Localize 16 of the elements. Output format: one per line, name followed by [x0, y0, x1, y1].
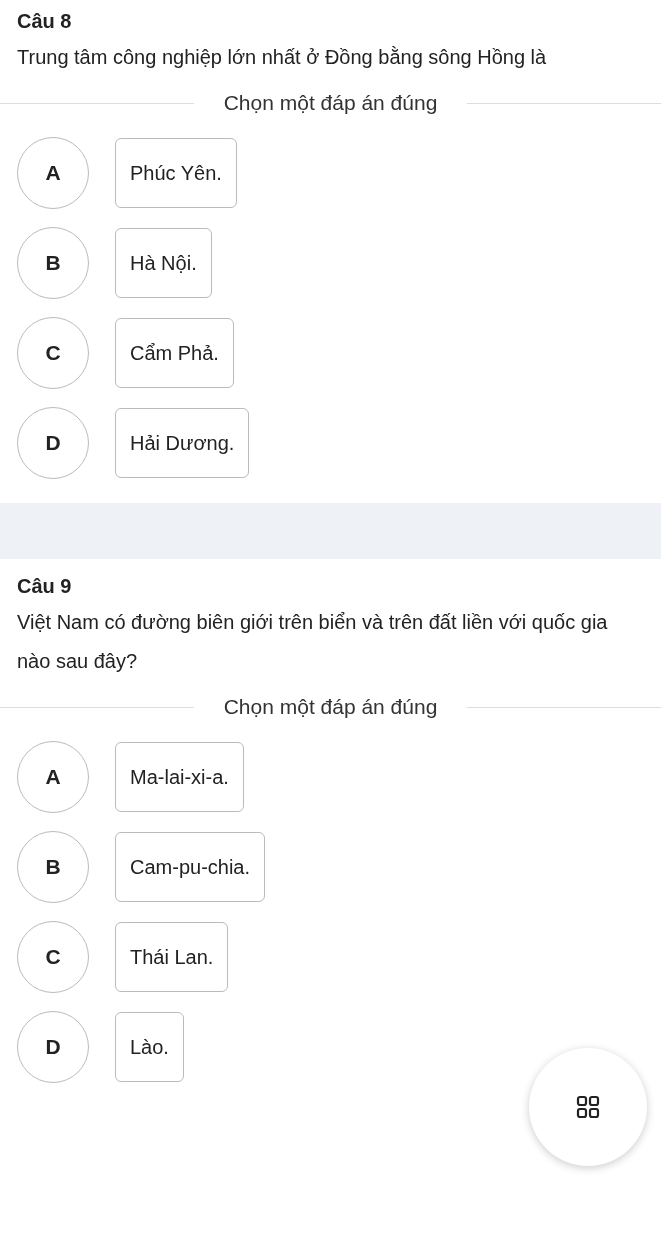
answer-prompt: Chọn một đáp án đúng	[223, 91, 438, 115]
question-text: Trung tâm công nghiệp lớn nhất ở Đồng bằng sông Hồng là	[17, 45, 548, 70]
answer-option[interactable]: Hà Nội.	[115, 228, 212, 298]
answer-option[interactable]: Cam-pu-chia.	[115, 832, 266, 902]
answer-option[interactable]: Ma-lai-xi-a.	[115, 742, 244, 812]
answer-option[interactable]: Hải Dương.	[115, 408, 250, 478]
grid-icon	[576, 1095, 600, 1119]
answer-option[interactable]: Cẩm Phả.	[115, 318, 234, 388]
answer-option[interactable]: Thái Lan.	[115, 922, 229, 992]
question-title: Câu 8	[17, 9, 73, 34]
question-title: Câu 9	[17, 574, 73, 599]
answer-option[interactable]: Lào.	[115, 1012, 184, 1082]
answer-option[interactable]: Phúc Yên.	[115, 138, 237, 208]
grid-menu-button[interactable]	[529, 1048, 647, 1166]
answer-prompt: Chọn một đáp án đúng	[223, 695, 438, 719]
question-text: Việt Nam có đường biên giới trên biển và trên đất liền với quốc gia nào sau đây?	[17, 610, 609, 674]
